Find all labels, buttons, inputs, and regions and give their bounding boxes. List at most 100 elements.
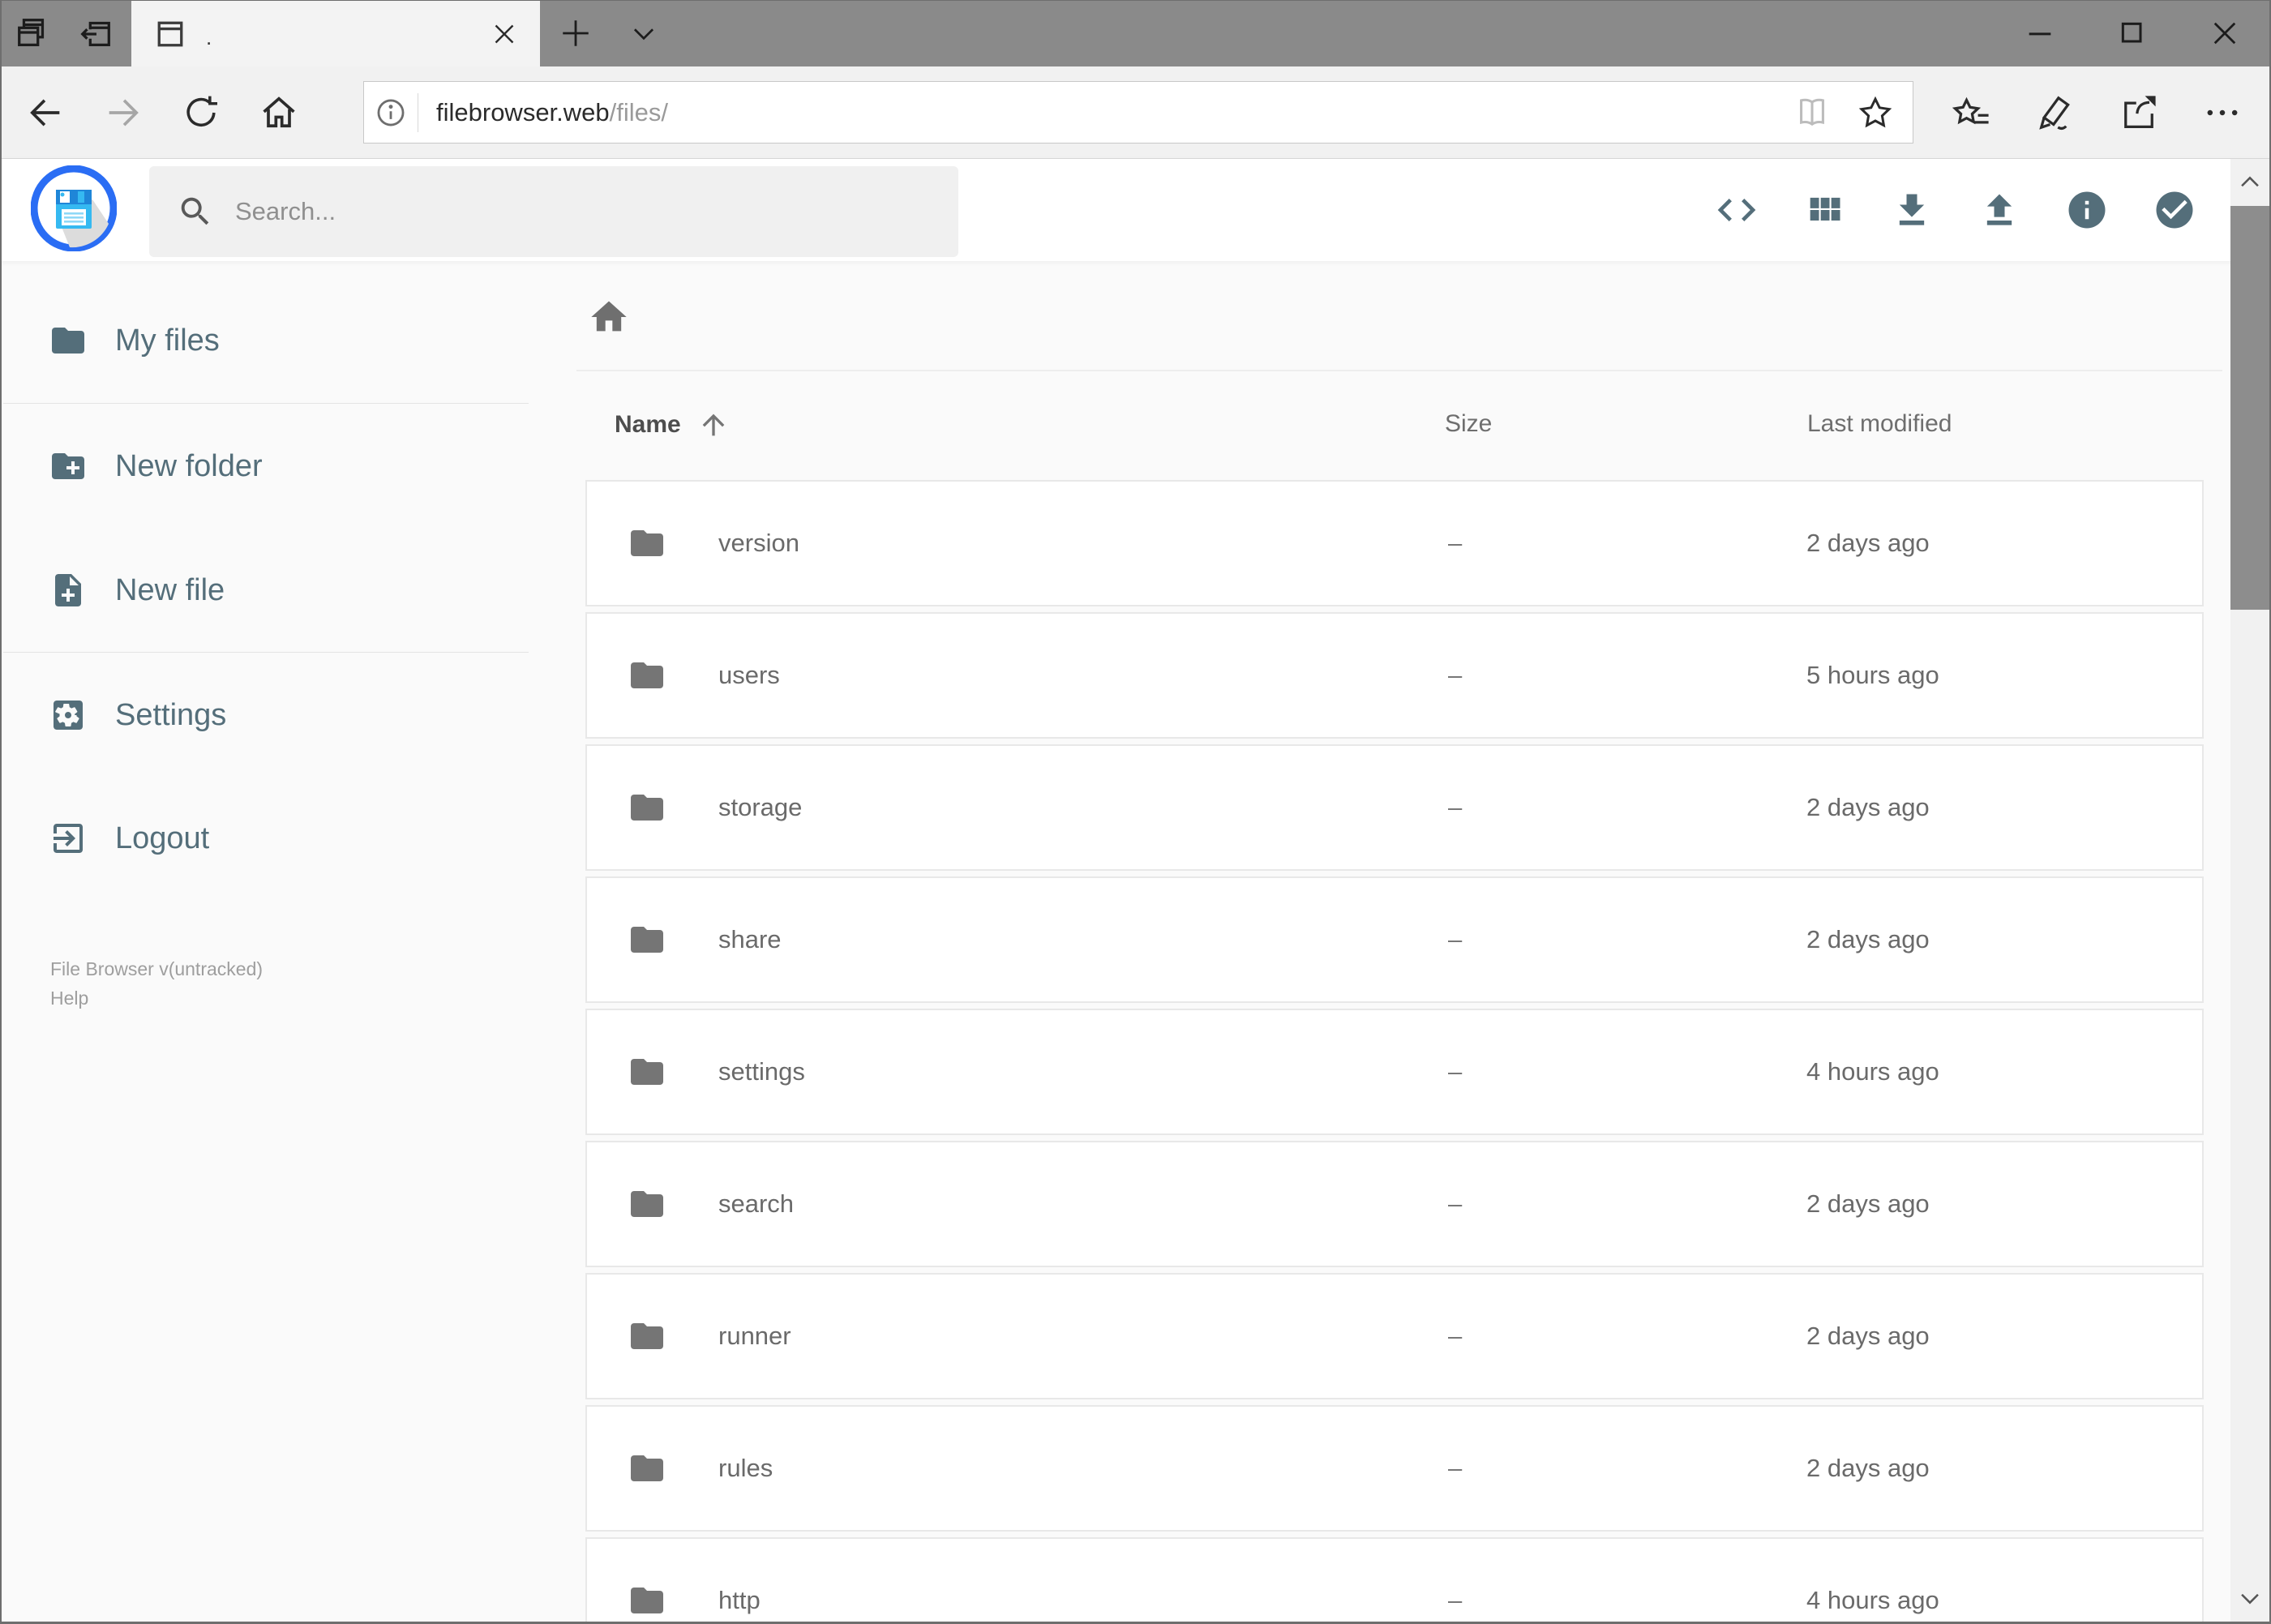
sidebar-item-my-files[interactable]: My files	[0, 296, 535, 385]
reading-view-button[interactable]	[1786, 87, 1838, 139]
folder-icon	[52, 328, 84, 354]
file-modified: 4 hours ago	[1806, 1057, 1939, 1086]
select-multiple-button[interactable]	[2131, 159, 2218, 261]
add-favorite-button[interactable]	[1849, 87, 1901, 139]
file-modified: 2 days ago	[1806, 1454, 1930, 1482]
file-size: –	[1448, 1057, 1463, 1086]
tab-list-button[interactable]	[611, 0, 676, 66]
logout-icon	[54, 824, 83, 853]
pen-icon	[2039, 96, 2070, 131]
refresh-button[interactable]	[162, 66, 240, 159]
file-row[interactable]: settings – 4 hours ago	[585, 1009, 2204, 1135]
search-input[interactable]: Search...	[149, 166, 958, 257]
breadcrumb-home-button[interactable]	[581, 289, 637, 345]
more-button[interactable]	[2187, 72, 2257, 153]
url-text[interactable]: filebrowser.web/files/	[436, 98, 1786, 127]
minimize-button[interactable]	[1994, 0, 2086, 66]
help-link[interactable]: Help	[50, 983, 263, 1013]
chevron-down-icon	[628, 18, 659, 49]
more-icon	[2207, 109, 2238, 116]
file-modified: 2 days ago	[1806, 925, 1930, 953]
file-size: –	[1448, 1189, 1463, 1218]
forward-button[interactable]	[84, 66, 162, 159]
scroll-down-button[interactable]	[2230, 1575, 2269, 1622]
scrollbar-thumb[interactable]	[2230, 206, 2269, 610]
tab-title: .	[206, 25, 212, 49]
file-row[interactable]: http – 4 hours ago	[585, 1537, 2204, 1624]
column-header-name[interactable]: Name	[615, 409, 730, 441]
file-name: storage	[718, 793, 803, 821]
url-host: filebrowser.web	[436, 97, 610, 126]
file-row[interactable]: rules – 2 days ago	[585, 1405, 2204, 1532]
set-tabs-aside-icon	[77, 15, 114, 52]
upload-button[interactable]	[1956, 159, 2043, 261]
file-row[interactable]: storage – 2 days ago	[585, 744, 2204, 871]
sidebar-divider	[3, 652, 529, 653]
window-titlebar: .	[0, 0, 2271, 66]
version-text: File Browser v(untracked)	[50, 958, 264, 979]
sidebar-label: Logout	[115, 821, 210, 855]
sidebar-item-new-file[interactable]: New file	[0, 546, 535, 635]
chevron-down-icon	[2241, 1593, 2259, 1605]
set-tabs-aside-button[interactable]	[68, 0, 123, 66]
sidebar-item-new-folder[interactable]: New folder	[0, 422, 535, 511]
sidebar-item-settings[interactable]: Settings	[0, 671, 535, 760]
info-button[interactable]	[2043, 159, 2131, 261]
close-window-button[interactable]	[2179, 0, 2271, 66]
file-modified: 2 days ago	[1806, 793, 1930, 821]
favorites-hub-button[interactable]	[1937, 72, 2007, 153]
download-button[interactable]	[1868, 159, 1956, 261]
grid-view-button[interactable]	[1780, 159, 1868, 261]
folder-icon	[631, 927, 663, 953]
file-size: –	[1448, 661, 1463, 689]
grid-view-icon	[1810, 197, 1840, 221]
share-button[interactable]	[2104, 72, 2174, 153]
file-size: –	[1448, 1322, 1463, 1350]
home-button[interactable]	[240, 66, 318, 159]
search-icon	[181, 197, 209, 225]
maximize-button[interactable]	[2086, 0, 2179, 66]
file-list: version – 2 days ago users – 5 hours ago…	[585, 480, 2204, 1624]
tab-preview-button[interactable]	[5, 0, 60, 66]
site-info-icon[interactable]	[364, 96, 418, 130]
browser-tab[interactable]: .	[131, 1, 540, 66]
sidebar-divider	[3, 403, 529, 404]
plus-icon	[559, 16, 593, 50]
web-note-button[interactable]	[2020, 72, 2090, 153]
raw-view-button[interactable]	[1693, 159, 1780, 261]
column-name-label: Name	[615, 411, 681, 438]
home-icon	[263, 96, 295, 128]
file-row[interactable]: search – 2 days ago	[585, 1141, 2204, 1267]
sidebar-item-logout[interactable]: Logout	[0, 794, 535, 883]
back-button[interactable]	[6, 66, 84, 159]
column-header-modified[interactable]: Last modified	[1807, 410, 1952, 438]
file-size: –	[1448, 793, 1463, 821]
folder-icon	[631, 530, 663, 556]
url-path: /files/	[609, 97, 669, 126]
file-row[interactable]: users – 5 hours ago	[585, 612, 2204, 739]
tab-close-button[interactable]	[490, 19, 519, 49]
filebrowser-logo[interactable]	[31, 165, 117, 251]
page-scrollbar[interactable]	[2230, 159, 2269, 1622]
search-placeholder: Search...	[235, 197, 336, 225]
upload-icon	[1986, 194, 2012, 225]
star-icon	[1858, 96, 1892, 127]
address-bar[interactable]: filebrowser.web/files/	[363, 81, 1913, 144]
file-row[interactable]: runner – 2 days ago	[585, 1273, 2204, 1399]
file-name: share	[718, 925, 782, 953]
new-tab-button[interactable]	[540, 0, 611, 66]
file-row[interactable]: share – 2 days ago	[585, 876, 2204, 1003]
file-name: rules	[718, 1454, 773, 1482]
folder-icon	[631, 1059, 663, 1085]
browser-toolbar: filebrowser.web/files/	[0, 66, 2271, 159]
back-icon	[30, 99, 60, 126]
scroll-up-button[interactable]	[2230, 159, 2269, 206]
file-row[interactable]: version – 2 days ago	[585, 480, 2204, 606]
check-circle-icon	[2156, 191, 2193, 229]
breadcrumb-home-icon	[591, 301, 627, 332]
file-modified: 4 hours ago	[1806, 1586, 1939, 1614]
folder-icon	[631, 662, 663, 688]
column-header-size[interactable]: Size	[1445, 410, 1492, 438]
sidebar-credits: File Browser v(untracked) Help	[50, 954, 263, 1013]
code-icon	[1717, 199, 1756, 221]
